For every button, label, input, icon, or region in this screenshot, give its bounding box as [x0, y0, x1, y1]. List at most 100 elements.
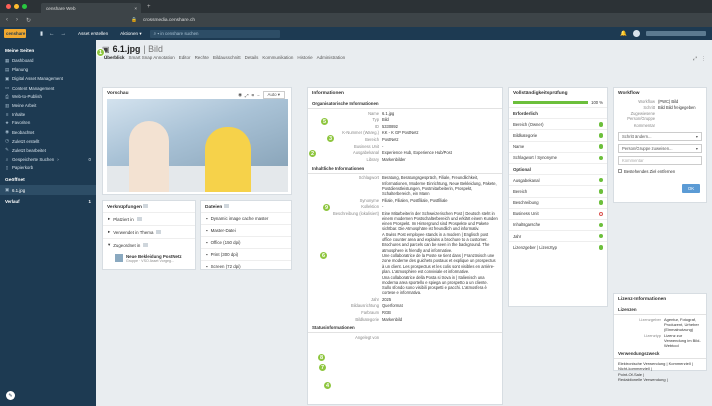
- tab-8[interactable]: Administration: [317, 55, 346, 60]
- tab-2[interactable]: Editor: [179, 55, 191, 60]
- sidebar-item[interactable]: ★ Favoriten: [0, 118, 96, 127]
- file-icon: ▪: [206, 216, 208, 221]
- completeness-heading: Vollständigkeitsprüfung: [513, 91, 568, 96]
- eye-icon[interactable]: ◉: [238, 92, 242, 98]
- forward-icon[interactable]: ›: [16, 17, 18, 24]
- links-row[interactable]: ▸ Platziert in: [103, 212, 195, 225]
- comment-placeholder: Kommentar: [622, 157, 644, 163]
- sidebar-item-opened-asset[interactable]: ▣ 6.1.jpg: [0, 185, 96, 195]
- linked-asset[interactable]: Neue Bekleidung PostNetz Gruppe · VSO As…: [103, 251, 195, 266]
- help-icon[interactable]: ✎: [6, 391, 15, 400]
- comment-input[interactable]: Kommentar: [618, 155, 702, 165]
- fit-icon[interactable]: ⤢: [245, 93, 249, 98]
- sidebar-item[interactable]: ▦ Dashboard: [0, 56, 96, 65]
- org-info-value: KK - K GP PostNetz: [382, 130, 419, 136]
- sidebar-item[interactable]: ✎ Zuletzt bearbeitet: [0, 146, 96, 155]
- links-row[interactable]: ▾ Zugeordnet in: [103, 238, 195, 251]
- sidebar-item[interactable]: ▥ Meine Arbeit: [0, 101, 96, 110]
- crop-icon[interactable]: ⌗: [251, 93, 253, 98]
- sidebar-item[interactable]: ≡ Inhalte: [0, 110, 96, 118]
- org-info-value: Bild: [382, 117, 389, 123]
- file-row[interactable]: ▪ Office (150 dpi): [201, 236, 291, 248]
- image-icon: ▣: [5, 187, 10, 193]
- avatar[interactable]: [633, 30, 640, 37]
- reload-icon[interactable]: ↻: [26, 17, 31, 24]
- check-ok-icon: [598, 233, 603, 239]
- ok-button[interactable]: OK: [682, 184, 700, 193]
- close-window-icon[interactable]: [6, 4, 11, 9]
- sidebar-item[interactable]: ▭ Content Management: [0, 84, 96, 93]
- dashboard-icon: ▦: [5, 57, 10, 63]
- file-row-label: Screen (72 dpi): [210, 264, 241, 269]
- expand-icon[interactable]: ⤢: [693, 56, 697, 62]
- org-info-value: 6.1.jpg: [382, 110, 395, 116]
- maximize-window-icon[interactable]: [22, 4, 27, 9]
- user-name-redacted[interactable]: [646, 31, 706, 36]
- tab-5[interactable]: Details: [245, 55, 259, 60]
- files-panel: Dateien ▪ Dynamic image cache master ▪ Mast…: [200, 200, 292, 270]
- file-row[interactable]: ▪ Print (300 dpi): [201, 248, 291, 260]
- close-tab-icon[interactable]: ×: [134, 6, 137, 11]
- completeness-percent: 100 %: [591, 100, 603, 105]
- image-icon: ▣: [5, 75, 10, 81]
- sidebar-history[interactable]: Verlauf 1: [0, 198, 96, 206]
- censhare-logo[interactable]: censhare: [4, 29, 26, 38]
- optional-check-row: Lizenzgeber | Lizenztyp: [509, 241, 607, 252]
- file-row[interactable]: ▪ Dynamic image cache master: [201, 212, 291, 224]
- remove-target-checkbox[interactable]: Bestehendes Ziel entfernen: [614, 168, 706, 175]
- check-label: Schlagwort / Synonyme: [513, 155, 557, 161]
- sidebar-item[interactable]: ◷ Zuletzt erstellt: [0, 137, 96, 146]
- sidebar-item[interactable]: ▯ Papierkorb: [0, 163, 96, 172]
- links-row[interactable]: ▸ Verwendet in Thema: [103, 225, 195, 238]
- image-customer-figure: [129, 121, 169, 192]
- check-label: Bereich: [513, 188, 528, 194]
- search-icon: ⌕: [5, 156, 9, 162]
- sidebar-item[interactable]: ▤ Planung: [0, 65, 96, 74]
- keywords-value: Beratung, Beratungsgespräch, Filiale, Fr…: [382, 175, 497, 196]
- browser-tab[interactable]: censhare Web ×: [41, 3, 141, 13]
- required-check-row: Bereich (Owner): [509, 118, 607, 129]
- file-row[interactable]: ▪ Screen (72 dpi): [201, 260, 291, 272]
- links-row-label: Zugeordnet in: [113, 242, 141, 248]
- search-input[interactable]: ⌕ ▾ in censhare suchen: [149, 29, 280, 38]
- description-fr: Une collaboratrice de la Poste se tient …: [382, 253, 496, 274]
- tab-3[interactable]: Rechte: [195, 55, 209, 60]
- nav-back-icon[interactable]: ←: [49, 31, 55, 37]
- actions-button[interactable]: Aktionen ▾: [120, 31, 141, 37]
- sidebar-item[interactable]: ◉ Beobachtet: [0, 128, 96, 137]
- create-asset-button[interactable]: Asset erstellen: [78, 31, 108, 36]
- file-row[interactable]: ▪ Master-Datei: [201, 224, 291, 236]
- tab-7[interactable]: Historie: [297, 55, 312, 60]
- new-tab-icon[interactable]: +: [147, 4, 151, 10]
- tab-1[interactable]: Smart Snap Annotation: [129, 55, 175, 60]
- bell-icon[interactable]: 🔔: [620, 31, 627, 37]
- keywords-label: Schlagwort: [358, 175, 379, 181]
- content-info-row: Bildkategorie Markenbild: [308, 316, 502, 323]
- zoom-select[interactable]: Auto ▾: [262, 91, 285, 99]
- workflow-row: Zugewiesene Person/Gruppe: [614, 111, 706, 122]
- tab-4[interactable]: Bildausschnitt: [213, 55, 241, 60]
- sidebar-item[interactable]: ⌕ Gespeicherte Suchen › 0: [0, 155, 96, 163]
- zoom-value: Auto: [267, 92, 277, 97]
- step-select[interactable]: Schritt ändern... ▾: [618, 131, 702, 141]
- sidebar-toggle-icon[interactable]: ▮: [40, 31, 43, 37]
- more-icon[interactable]: ⋮: [701, 56, 706, 62]
- minimize-window-icon[interactable]: [14, 4, 19, 9]
- zoom-out-icon[interactable]: −: [257, 93, 260, 98]
- tab-0[interactable]: Überblick: [104, 55, 125, 60]
- nav-forward-icon[interactable]: →: [61, 31, 67, 37]
- asset-thumbnail: [115, 254, 123, 262]
- annotation-marker-4: 4: [323, 381, 332, 390]
- tab-6[interactable]: Kommunikation: [262, 55, 293, 60]
- optional-check-row: Inhaltsgarsche: [509, 218, 607, 230]
- content-info-label: Bildausrichtung: [351, 303, 379, 309]
- person-select[interactable]: Person/Gruppe zuweisen... ▾: [618, 143, 702, 153]
- preview-image[interactable]: [107, 99, 288, 192]
- lock-icon: 🔒: [131, 17, 138, 23]
- org-info-heading: Organisatorische Informationen: [308, 99, 502, 109]
- sidebar-item[interactable]: ⎙ Web-to-Publish: [0, 93, 96, 101]
- sidebar-item[interactable]: ▣ Digital Asset Management: [0, 74, 96, 83]
- back-icon[interactable]: ‹: [6, 17, 8, 24]
- url-field[interactable]: 🔒 crossmedia.censhare.ch: [131, 18, 195, 23]
- asset-type-label: | Bild: [143, 44, 163, 54]
